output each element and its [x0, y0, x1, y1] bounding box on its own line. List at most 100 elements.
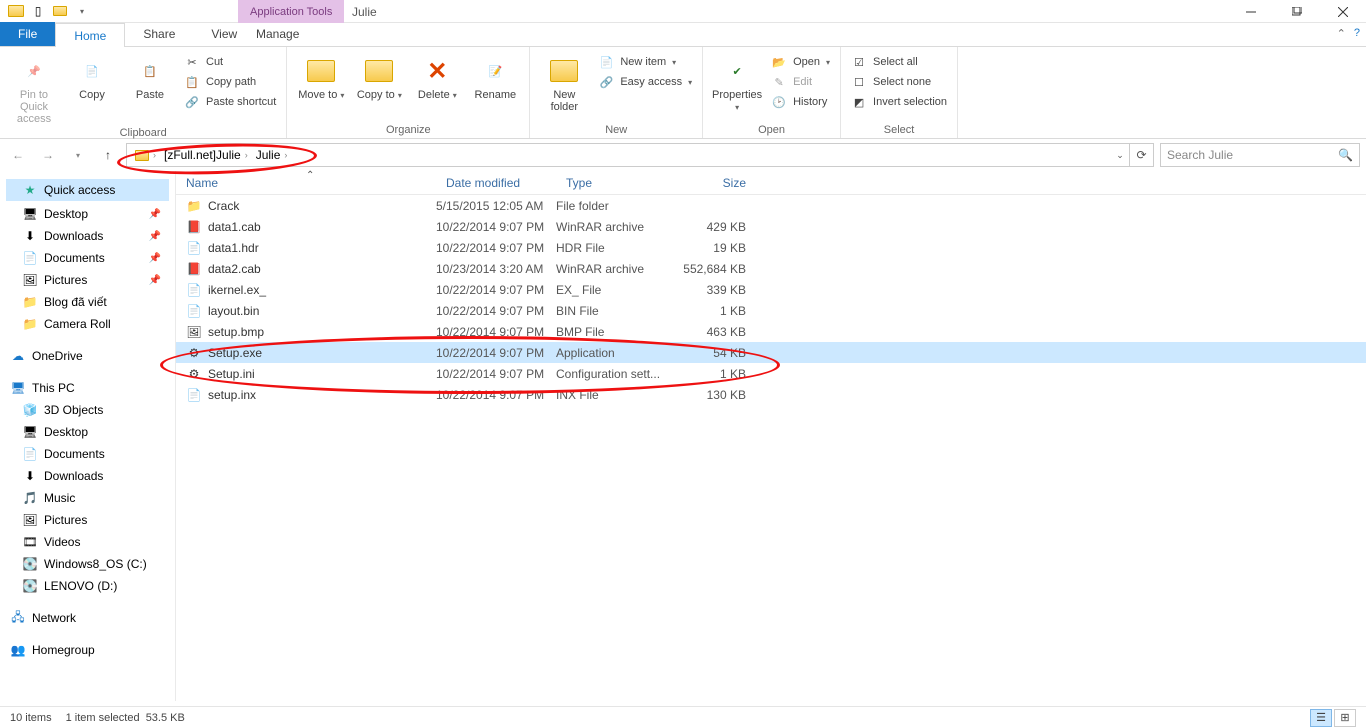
cut-button[interactable]: ✂Cut — [182, 53, 278, 71]
tab-file[interactable]: File — [0, 22, 55, 46]
file-list-pane[interactable]: Name Date modified Type Size 📁Crack5/15/… — [176, 171, 1366, 701]
breadcrumb-b[interactable]: Julie › — [252, 148, 292, 162]
nav-thispc[interactable]: 🖥This PC — [0, 377, 175, 399]
forward-button[interactable]: → — [36, 143, 60, 167]
pin-indicator-icon: 📌 — [149, 253, 167, 264]
back-button[interactable]: ← — [6, 143, 30, 167]
nav-item[interactable]: 💽LENOVO (D:) — [0, 575, 175, 597]
file-row[interactable]: 📁Crack5/15/2015 12:05 AMFile folder — [176, 195, 1366, 216]
file-row[interactable]: 📄ikernel.ex_10/22/2014 9:07 PMEX_ File33… — [176, 279, 1366, 300]
file-name: Setup.ini — [208, 367, 255, 381]
copy-path-button[interactable]: 📋Copy path — [182, 73, 278, 91]
file-row[interactable]: 📄data1.hdr10/22/2014 9:07 PMHDR File19 K… — [176, 237, 1366, 258]
nav-item[interactable]: 📄Documents — [0, 443, 175, 465]
file-row[interactable]: 📕data1.cab10/22/2014 9:07 PMWinRAR archi… — [176, 216, 1366, 237]
col-type[interactable]: Type — [556, 176, 676, 190]
nav-item[interactable]: 🎵Music — [0, 487, 175, 509]
file-icon: 📄 — [186, 303, 202, 319]
help-icon[interactable]: ? — [1354, 27, 1360, 40]
new-item-button[interactable]: 📄New item ▾ — [596, 53, 694, 71]
search-input[interactable]: Search Julie 🔍 — [1160, 143, 1360, 167]
copy-button[interactable]: 📄Copy — [66, 51, 118, 101]
move-to-button[interactable]: Move to ▾ — [295, 51, 347, 101]
qat-newfolder-icon[interactable] — [50, 1, 70, 21]
history-button[interactable]: 🕑History — [769, 93, 832, 111]
nav-item[interactable]: 🖥Desktop — [0, 421, 175, 443]
file-row[interactable]: 📄setup.inx10/22/2014 9:07 PMINX File130 … — [176, 384, 1366, 405]
address-bar[interactable]: › [zFull.net]Julie › Julie › ⌄ ⟳ — [126, 143, 1154, 167]
select-none-button[interactable]: ☐Select none — [849, 73, 949, 91]
recent-locations-button[interactable]: ▾ — [66, 143, 90, 167]
pasteshortcut-label: Paste shortcut — [206, 96, 276, 108]
file-icon: 📄 — [186, 240, 202, 256]
cut-label: Cut — [206, 56, 223, 68]
nav-item[interactable]: 🧊3D Objects — [0, 399, 175, 421]
collapse-ribbon-icon[interactable]: ⌃ — [1337, 27, 1346, 40]
file-row[interactable]: ⚙Setup.exe10/22/2014 9:07 PMApplication5… — [176, 342, 1366, 363]
col-date[interactable]: Date modified — [436, 176, 556, 190]
nav-item-label: LENOVO (D:) — [44, 579, 117, 593]
column-headers[interactable]: Name Date modified Type Size — [176, 171, 1366, 195]
nav-item-icon: 📁 — [22, 294, 38, 310]
file-row[interactable]: 📄layout.bin10/22/2014 9:07 PMBIN File1 K… — [176, 300, 1366, 321]
copy-to-button[interactable]: Copy to ▾ — [353, 51, 405, 101]
refresh-button[interactable]: ⟳ — [1129, 144, 1153, 166]
status-selected: 1 item selected 53.5 KB — [66, 712, 185, 724]
nav-item[interactable]: ⬇Downloads📌 — [0, 225, 175, 247]
file-name: data2.cab — [208, 262, 261, 276]
view-large-icons-button[interactable]: ⊞ — [1334, 709, 1356, 727]
nav-quick-access[interactable]: ★Quick access — [6, 179, 169, 201]
select-all-button[interactable]: ☑Select all — [849, 53, 949, 71]
file-row[interactable]: ⚙Setup.ini10/22/2014 9:07 PMConfiguratio… — [176, 363, 1366, 384]
nav-item[interactable]: 🖼Pictures — [0, 509, 175, 531]
new-folder-button[interactable]: New folder — [538, 51, 590, 113]
breadcrumb-a[interactable]: [zFull.net]Julie › — [160, 148, 252, 162]
close-button[interactable] — [1320, 0, 1366, 23]
address-dropdown-icon[interactable]: ⌄ — [1111, 144, 1129, 166]
navigation-pane[interactable]: ★Quick access 🖥Desktop📌⬇Downloads📌📄Docum… — [0, 171, 176, 701]
file-size: 54 KB — [676, 346, 756, 360]
nav-item[interactable]: ⬇Downloads — [0, 465, 175, 487]
nav-homegroup[interactable]: 👥Homegroup — [0, 639, 175, 661]
breadcrumb-root-icon[interactable]: › — [131, 150, 160, 161]
nav-item[interactable]: 🖼Pictures📌 — [0, 269, 175, 291]
paste-button[interactable]: 📋Paste — [124, 51, 176, 101]
pin-to-quick-access-button[interactable]: 📌Pin to Quick access — [8, 51, 60, 125]
col-size[interactable]: Size — [676, 176, 756, 190]
invert-selection-button[interactable]: ◩Invert selection — [849, 93, 949, 111]
file-name: Crack — [208, 199, 239, 213]
file-row[interactable]: 📕data2.cab10/23/2014 3:20 AMWinRAR archi… — [176, 258, 1366, 279]
rename-button[interactable]: 📝Rename — [469, 51, 521, 101]
view-details-button[interactable]: ☰ — [1310, 709, 1332, 727]
nav-item-icon: 🖥 — [22, 424, 38, 440]
minimize-button[interactable] — [1228, 0, 1274, 23]
qat-customize-icon[interactable]: ▾ — [72, 1, 92, 21]
tab-share[interactable]: Share — [125, 22, 193, 46]
file-size: 1 KB — [676, 367, 756, 381]
file-row[interactable]: 🖼setup.bmp10/22/2014 9:07 PMBMP File463 … — [176, 321, 1366, 342]
nav-item[interactable]: 🖥Desktop📌 — [0, 203, 175, 225]
delete-button[interactable]: ✕Delete ▾ — [411, 51, 463, 101]
edit-button[interactable]: ✎Edit — [769, 73, 832, 91]
group-organize: Move to ▾ Copy to ▾ ✕Delete ▾ 📝Rename Or… — [287, 47, 530, 138]
nav-onedrive[interactable]: ☁OneDrive — [0, 345, 175, 367]
nav-item[interactable]: 📄Documents📌 — [0, 247, 175, 269]
maximize-button[interactable] — [1274, 0, 1320, 23]
nav-item[interactable]: 🎞Videos — [0, 531, 175, 553]
properties-button[interactable]: ✔Properties ▾ — [711, 51, 763, 113]
easy-access-button[interactable]: 🔗Easy access ▾ — [596, 73, 694, 91]
nav-item[interactable]: 💽Windows8_OS (C:) — [0, 553, 175, 575]
up-button[interactable]: ↑ — [96, 143, 120, 167]
nav-network[interactable]: 🖧Network — [0, 607, 175, 629]
star-icon: ★ — [22, 182, 38, 198]
paste-shortcut-button[interactable]: 🔗Paste shortcut — [182, 93, 278, 111]
nav-item-icon: 🖼 — [22, 512, 38, 528]
tab-manage[interactable]: Manage — [238, 22, 317, 46]
pc-icon: 🖥 — [10, 380, 26, 396]
edit-label: Edit — [793, 76, 812, 88]
nav-item[interactable]: 📁Camera Roll — [0, 313, 175, 335]
tab-home[interactable]: Home — [55, 23, 125, 47]
qat-properties-icon[interactable]: ▯ — [28, 1, 48, 21]
nav-item[interactable]: 📁Blog đã viết — [0, 291, 175, 313]
open-button[interactable]: 📂Open ▾ — [769, 53, 832, 71]
